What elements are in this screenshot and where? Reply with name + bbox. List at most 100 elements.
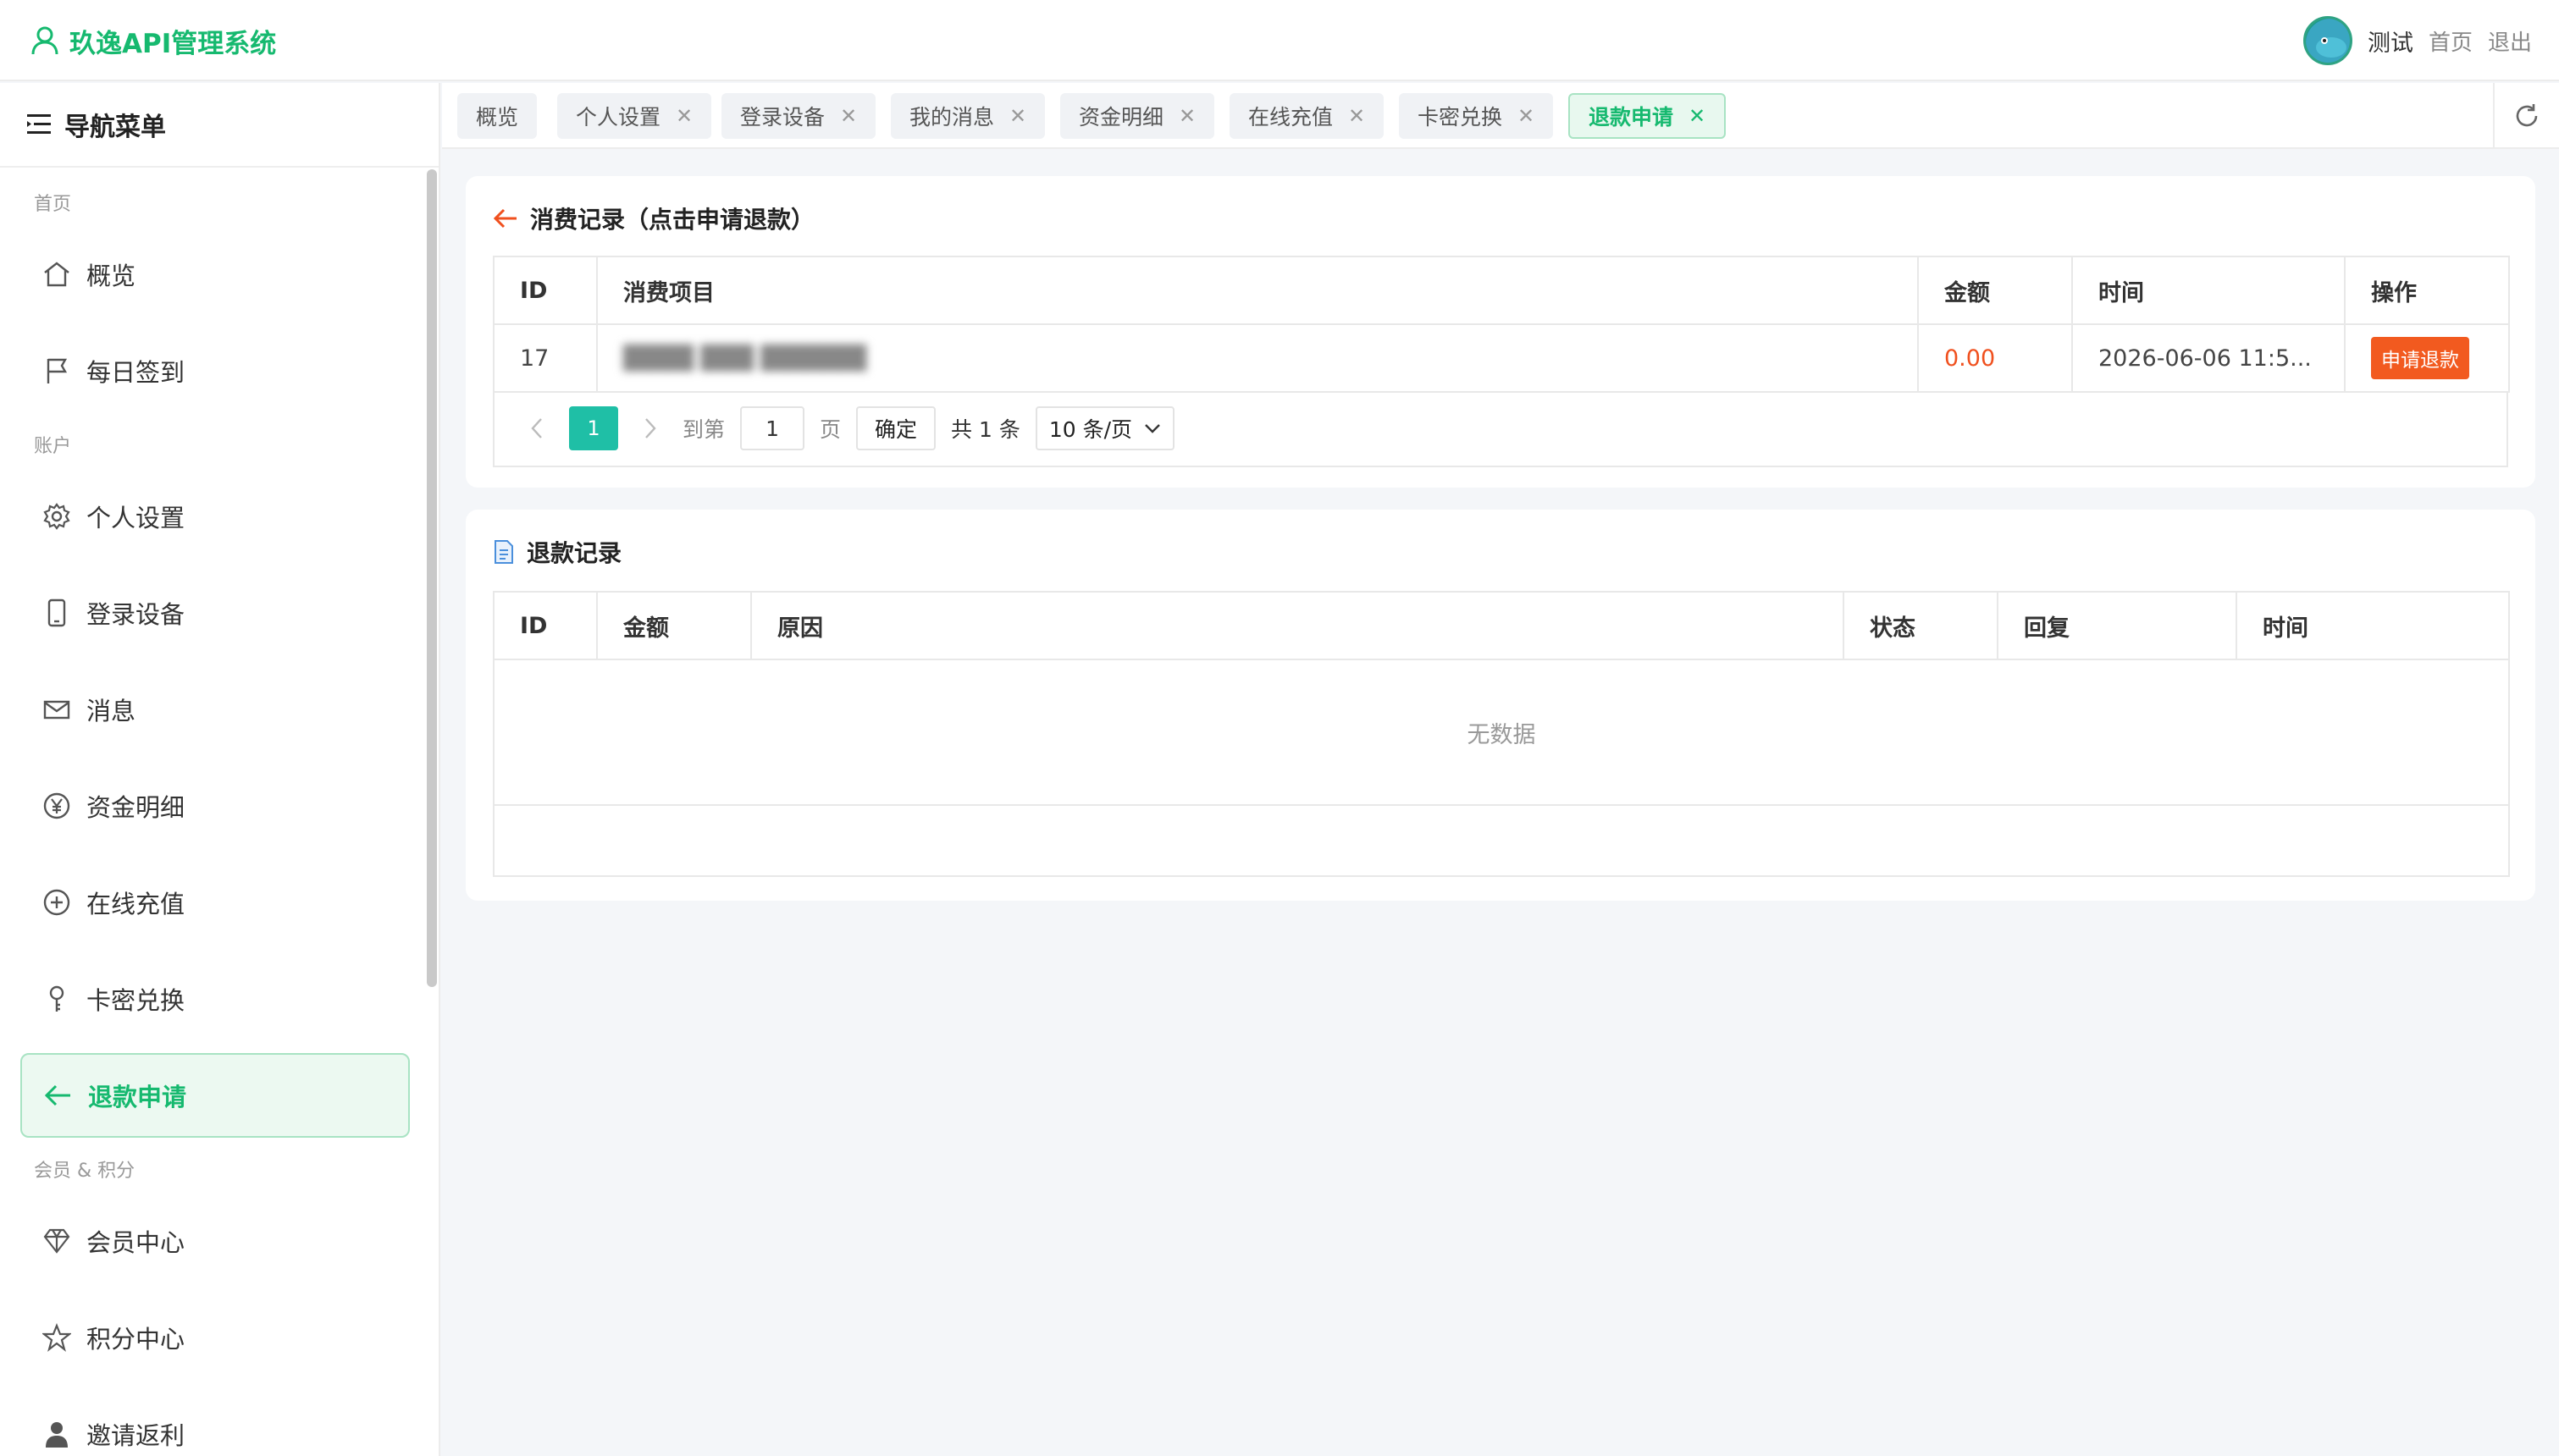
nav-title-text: 导航菜单 (64, 113, 166, 142)
tab-recharge[interactable]: 在线充值 ✕ (1230, 93, 1385, 139)
arrow-left-icon (493, 207, 518, 229)
menu-icon[interactable] (27, 113, 53, 135)
apply-refund-button[interactable]: 申请退款 (2371, 337, 2469, 379)
next-page-icon[interactable] (633, 406, 667, 450)
tablet-icon (42, 598, 71, 627)
sidebar-item-label: 消息 (86, 697, 136, 725)
flag-icon (42, 356, 71, 385)
page-number-current[interactable]: 1 (569, 406, 618, 450)
close-icon[interactable]: ✕ (1179, 104, 1196, 128)
consumption-title: 消费记录（点击申请退款） (530, 206, 815, 234)
chevron-down-icon (1144, 422, 1161, 434)
column-header: 回复 (1997, 591, 2237, 660)
cell-time: 2026-06-06 11:5... (2071, 323, 2346, 393)
sidebar-item-label: 在线充值 (86, 890, 185, 918)
tab-label: 个人设置 (576, 105, 661, 130)
refund-title: 退款记录 (527, 539, 622, 567)
sidebar-item-label: 会员中心 (86, 1228, 185, 1257)
page-size-select[interactable]: 10 条/页 (1035, 406, 1175, 450)
consumption-header: 消费记录（点击申请退款） (493, 201, 815, 235)
column-header: ID (493, 591, 598, 660)
tab-funds[interactable]: 资金明细 ✕ (1060, 93, 1215, 139)
sidebar-item-label: 概览 (86, 262, 136, 290)
sidebar-item-redeem[interactable]: 卡密兑换 (20, 957, 410, 1041)
sidebar-item-messages[interactable]: 消息 (20, 667, 410, 752)
logout-link[interactable]: 退出 (2488, 25, 2532, 57)
blurred-item-text: ████ ███ ██████ (623, 345, 867, 372)
tab-label: 概览 (476, 105, 519, 130)
column-header: 时间 (2236, 591, 2510, 660)
empty-tail-cell (493, 804, 2510, 877)
sidebar-item-recharge[interactable]: 在线充值 (20, 860, 410, 945)
avatar[interactable] (2302, 16, 2352, 65)
sidebar-item-funds[interactable]: 资金明细 (20, 764, 410, 848)
tab-my-messages[interactable]: 我的消息 ✕ (891, 93, 1046, 139)
sidebar-item-overview[interactable]: 概览 (20, 232, 410, 317)
refund-card: 退款记录 ID 金额 原因 状态 回复 时间 无数据 (466, 510, 2535, 901)
tab-label: 在线充值 (1248, 105, 1334, 130)
column-header: 时间 (2071, 256, 2346, 325)
app-title: 玖逸API管理系统 (69, 28, 277, 59)
refund-header: 退款记录 (493, 535, 622, 569)
tab-personal-settings[interactable]: 个人设置 ✕ (557, 93, 712, 139)
column-header: 状态 (1843, 591, 1998, 660)
empty-row: 无数据 (493, 659, 2510, 806)
sidebar-item-refund[interactable]: 退款申请 (20, 1053, 410, 1138)
sidebar-item-label: 卡密兑换 (86, 986, 185, 1015)
table-header-row: ID 消费项目 金额 时间 操作 (493, 256, 2510, 325)
mail-icon (42, 695, 71, 724)
tab-login-devices[interactable]: 登录设备 ✕ (721, 93, 876, 139)
goto-page-input[interactable]: 1 (740, 406, 805, 450)
confirm-goto-button[interactable]: 确定 (856, 406, 937, 450)
sidebar-item-label: 个人设置 (86, 504, 185, 532)
page-unit-label: 页 (820, 417, 842, 442)
person-icon (42, 1420, 71, 1448)
tab-overview[interactable]: 概览 (457, 93, 538, 139)
empty-state-text: 无数据 (493, 659, 2510, 806)
cell-item: ████ ███ ██████ (596, 323, 1919, 393)
table-header-row: ID 金额 原因 状态 回复 时间 (493, 591, 2510, 660)
column-header: 金额 (596, 591, 752, 660)
sidebar-item-checkin[interactable]: 每日签到 (20, 328, 410, 413)
document-icon (493, 539, 515, 565)
sidebar-item-label: 资金明细 (86, 793, 185, 822)
refund-table: ID 金额 原因 状态 回复 时间 无数据 (493, 591, 2510, 877)
page-size-value: 10 条/页 (1048, 417, 1133, 442)
prev-page-icon[interactable] (520, 406, 554, 450)
user-outline-icon (30, 25, 59, 56)
user-area: 测试 首页 退出 (2302, 15, 2532, 66)
key-icon (42, 984, 71, 1013)
sidebar-item-devices[interactable]: 登录设备 (20, 571, 410, 655)
home-link[interactable]: 首页 (2429, 25, 2473, 57)
pagination: 1 到第 1 页 确定 共 1 条 10 条/页 (493, 391, 2508, 467)
close-icon[interactable]: ✕ (1009, 104, 1026, 128)
home-icon (42, 261, 71, 288)
sidebar-item-membership[interactable]: 会员中心 (20, 1199, 410, 1283)
close-icon[interactable]: ✕ (1688, 104, 1705, 128)
gear-icon (42, 502, 71, 531)
column-header: 操作 (2344, 256, 2510, 325)
close-icon[interactable]: ✕ (676, 104, 693, 128)
consumption-card: 消费记录（点击申请退款） ID 消费项目 金额 时间 操作 17 ████ ██… (466, 176, 2535, 488)
tab-label: 资金明细 (1079, 105, 1164, 130)
column-header: ID (493, 256, 598, 325)
username[interactable]: 测试 (2368, 25, 2413, 58)
diamond-icon (42, 1227, 71, 1255)
close-icon[interactable]: ✕ (840, 104, 857, 128)
sidebar-item-points[interactable]: 积分中心 (20, 1295, 410, 1380)
sidebar-item-label: 每日签到 (86, 358, 185, 387)
goto-label: 到第 (683, 417, 726, 442)
tab-redeem[interactable]: 卡密兑换 ✕ (1399, 93, 1554, 139)
tab-refund[interactable]: 退款申请 ✕ (1568, 93, 1727, 139)
sidebar-scrollbar[interactable] (427, 169, 437, 987)
column-header: 原因 (750, 591, 1844, 660)
consumption-table: ID 消费项目 金额 时间 操作 17 ████ ███ ██████ 0.00… (493, 256, 2510, 393)
brand[interactable]: 玖逸API管理系统 (30, 19, 276, 63)
table-row: 17 ████ ███ ██████ 0.00 2026-06-06 11:5.… (493, 323, 2510, 393)
close-icon[interactable]: ✕ (1348, 104, 1365, 128)
sidebar-item-settings[interactable]: 个人设置 (20, 474, 410, 559)
arrow-left-icon (44, 1083, 73, 1108)
refresh-button[interactable] (2493, 83, 2559, 149)
sidebar-item-invite[interactable]: 邀请返利 (20, 1392, 410, 1456)
close-icon[interactable]: ✕ (1517, 104, 1534, 128)
